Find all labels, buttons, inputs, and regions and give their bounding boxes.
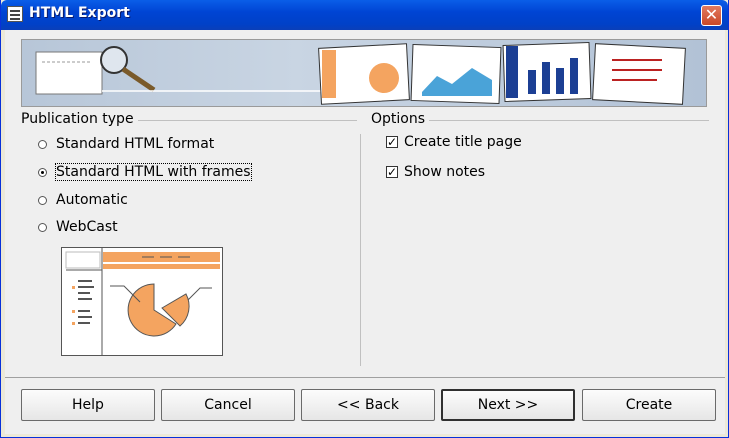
radio-webcast-label: WebCast <box>56 219 118 235</box>
radio-standard-html[interactable]: Standard HTML format <box>38 135 214 153</box>
publication-type-heading: Publication type <box>21 111 138 127</box>
radio-webcast-button[interactable] <box>38 222 47 232</box>
header-banner <box>21 39 707 107</box>
group-divider <box>360 134 361 366</box>
create-title-page-checkbox[interactable]: ✓ <box>386 136 398 148</box>
checkbox-create-title-page[interactable]: ✓ Create title page <box>386 133 522 151</box>
window-title: HTML Export <box>29 5 130 21</box>
checkbox-show-notes[interactable]: ✓ Show notes <box>386 163 485 181</box>
close-icon: ✕ <box>704 5 719 24</box>
title-bar[interactable]: HTML Export ✕ <box>1 0 728 30</box>
back-button[interactable]: << Back <box>301 389 435 421</box>
slide-thumb-bar <box>502 41 592 103</box>
document-icon <box>7 6 23 22</box>
radio-html-frames-label: Standard HTML with frames <box>55 163 252 181</box>
radio-webcast[interactable]: WebCast <box>38 218 118 236</box>
html-export-dialog: HTML Export ✕ Publication type Standard … <box>0 0 729 438</box>
next-button[interactable]: Next >> <box>441 389 575 421</box>
slide-thumb-area <box>410 43 502 105</box>
slide-thumb-pie <box>318 43 410 105</box>
radio-automatic-label: Automatic <box>56 192 128 208</box>
radio-standard-html-button[interactable] <box>38 139 47 149</box>
radio-html-frames[interactable]: Standard HTML with frames <box>38 163 252 181</box>
show-notes-checkbox[interactable]: ✓ <box>386 166 398 178</box>
options-heading: Options <box>371 111 430 127</box>
radio-automatic-button[interactable] <box>38 195 47 205</box>
banner-graphic <box>35 41 686 105</box>
create-button[interactable]: Create <box>582 389 716 421</box>
help-button[interactable]: Help <box>21 389 155 421</box>
button-separator <box>5 377 725 378</box>
close-button[interactable]: ✕ <box>701 5 722 26</box>
radio-automatic[interactable]: Automatic <box>38 191 128 209</box>
slide-thumb-text <box>592 43 686 105</box>
radio-standard-html-label: Standard HTML format <box>56 136 215 152</box>
show-notes-label: Show notes <box>404 164 486 180</box>
layout-preview <box>61 247 223 356</box>
cancel-button[interactable]: Cancel <box>161 389 295 421</box>
dialog-body: Publication type Standard HTML format St… <box>5 30 725 434</box>
radio-html-frames-button[interactable] <box>38 167 47 177</box>
frames-preview-graphic <box>62 248 220 355</box>
create-title-page-label: Create title page <box>404 134 522 150</box>
